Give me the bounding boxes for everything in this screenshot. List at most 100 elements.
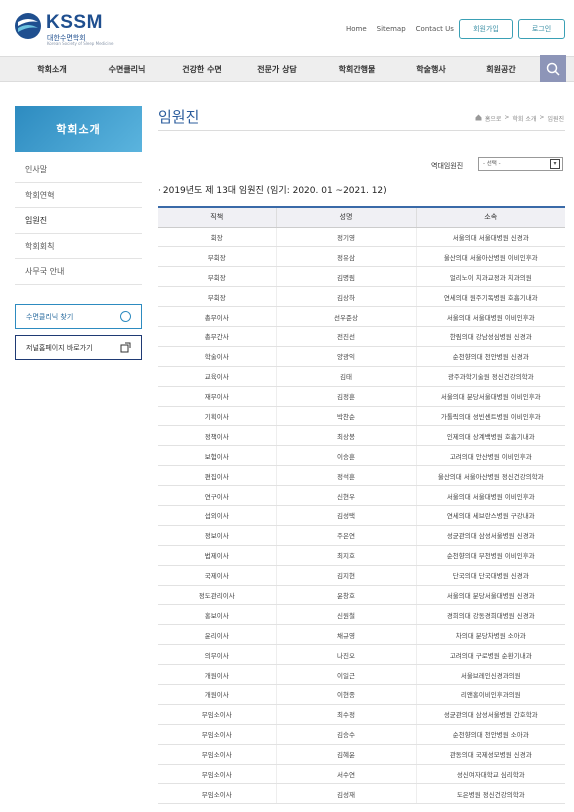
sidebar-item-greeting[interactable]: 인사말 (15, 157, 142, 183)
cell-position: 홍보이사 (158, 604, 276, 626)
sidebar-item-office[interactable]: 사무국 안내 (15, 259, 142, 285)
sidebar-item-bylaws[interactable]: 학회회칙 (15, 234, 142, 259)
header-affiliation: 소속 (415, 206, 565, 228)
cell-affiliation: 도은병원 정신건강의학과 (415, 783, 565, 805)
cell-name: 정기영 (275, 227, 416, 248)
cell-affiliation: 경희의대 강동경희대병원 신경과 (415, 604, 565, 626)
cell-position: 무임소이사 (158, 724, 276, 745)
cell-affiliation: 연세의대 원주기독병원 호흡기내과 (415, 286, 565, 308)
cell-name: 이현종 (275, 684, 416, 705)
cell-affiliation: 단국의대 단국대병원 신경과 (415, 565, 565, 586)
cell-name: 윤창호 (275, 585, 416, 606)
table-header-row: 직책 성명 소속 (158, 206, 565, 228)
cell-position: 무임소이사 (158, 744, 276, 765)
cell-affiliation: 연세의대 세브란스병원 구강내과 (415, 505, 565, 526)
cell-affiliation: 얼리노이 치과교정과 치과의원 (415, 266, 565, 288)
cell-position: 무임소이사 (158, 783, 276, 805)
sidebar-menu: 인사말 학회연혁 임원진 학회회칙 사무국 안내 (15, 157, 142, 285)
table-row: 섭외이사 김성택 연세의대 세브란스병원 구강내과 (158, 505, 565, 526)
breadcrumb-home[interactable]: 홈으로 (485, 114, 502, 123)
table-row: 정도관리이사 윤창호 서울의대 분당서울대병원 신경과 (158, 585, 565, 606)
table-row: 무임소이사 김승수 순천향의대 천안병원 소아과 (158, 724, 565, 745)
cell-affiliation: 서울의대 서울대병원 이비인후과 (415, 485, 565, 506)
table-row: 무임소이사 김성재 도은병원 정신건강의학과 (158, 783, 565, 805)
journal-home-button[interactable]: 저널홈페이지 바로가기 (15, 335, 142, 360)
nav-item-events[interactable]: 학술행사 (416, 57, 445, 82)
breadcrumb-section[interactable]: 학회 소개 (512, 114, 536, 123)
join-button[interactable]: 회원가입 (459, 19, 513, 39)
cell-position: 연구이사 (158, 485, 276, 506)
search-icon (546, 62, 560, 76)
sidebar-banner: 학회소개 (15, 106, 142, 152)
table-row: 홍보이사 신원철 경희의대 강동경희대병원 신경과 (158, 604, 565, 626)
breadcrumb-current: 임원진 (547, 116, 564, 123)
nav-item-about[interactable]: 학회소개 (37, 57, 66, 82)
table-row: 국제이사 김지현 단국의대 단국대병원 신경과 (158, 565, 565, 586)
cell-position: 기획이사 (158, 406, 276, 427)
sidebar-item-executives[interactable]: 임원진 (15, 208, 142, 234)
cell-name: 전진선 (275, 326, 416, 347)
table-row: 편집이사 정석훈 울산의대 서울아산병원 정신건강의학과 (158, 465, 565, 487)
header-name: 성명 (275, 206, 416, 228)
cell-position: 법제이사 (158, 545, 276, 566)
cell-position: 개원이사 (158, 684, 276, 705)
cell-name: 최상봉 (275, 425, 416, 447)
cell-name: 김지현 (275, 565, 416, 586)
cell-name: 김상하 (275, 286, 416, 308)
cell-affiliation: 가톨릭의대 성빈센트병원 이비인후과 (415, 406, 565, 427)
cell-name: 서수연 (275, 764, 416, 785)
table-row: 학술이사 양광익 순천향의대 천안병원 신경과 (158, 346, 565, 367)
page-title: 임원진 (158, 108, 200, 126)
cell-name: 이일근 (275, 664, 416, 685)
chevron-down-icon: ▾ (550, 159, 560, 169)
logo-mark-icon (15, 13, 41, 39)
nav-item-healthy-sleep[interactable]: 건강한 수면 (182, 57, 222, 82)
cell-affiliation: 순천향의대 천안병원 신경과 (415, 346, 565, 367)
search-button[interactable] (540, 55, 566, 82)
sidebar-item-history[interactable]: 학회연혁 (15, 183, 142, 208)
cell-name: 정석훈 (275, 465, 416, 487)
cell-position: 재무이사 (158, 386, 276, 407)
logo-english: Korean Society of Sleep Medicine (47, 41, 114, 46)
cell-affiliation: 고려의대 안산병원 이비인후과 (415, 445, 565, 467)
cell-name: 박찬순 (275, 406, 416, 427)
cell-affiliation: 성균관의대 삼성서울병원 신경과 (415, 525, 565, 546)
cell-position: 무임소이사 (158, 764, 276, 785)
cell-affiliation: 관동의대 국제성모병원 신경과 (415, 744, 565, 765)
table-row: 의무이사 나진오 고려의대 구로병원 순환기내과 (158, 644, 565, 666)
cell-position: 정보이사 (158, 525, 276, 546)
executives-table: 직책 성명 소속 회장 정기영 서울의대 서울대병원 신경과부회장 정유삼울산의대 서… (158, 206, 565, 805)
site-header: KSSM 대한수면학회 Korean Society of Sleep Medi… (0, 0, 574, 56)
cell-name: 정유삼 (275, 246, 416, 268)
cell-affiliation: 성신여자대학교 심리학과 (415, 764, 565, 785)
nav-item-clinic[interactable]: 수면클리닉 (109, 57, 146, 82)
cell-position: 교육이사 (158, 366, 276, 387)
table-row: 정보이사 주은연 성균관의대 삼성서울병원 신경과 (158, 525, 565, 546)
cell-affiliation: 성균관의대 삼성서울병원 간호학과 (415, 704, 565, 725)
cell-affiliation: 순천향의대 부천병원 이비인후과 (415, 545, 565, 566)
cell-position: 총무간사 (158, 326, 276, 347)
sitemap-link[interactable]: Sitemap (377, 25, 406, 33)
cell-name: 나진오 (275, 644, 416, 666)
cell-position: 부회장 (158, 266, 276, 288)
table-row: 보험이사 이승훈 고려의대 안산병원 이비인후과 (158, 445, 565, 467)
nav-item-members[interactable]: 회원공간 (486, 57, 515, 82)
contact-link[interactable]: Contact Us (416, 25, 454, 33)
nav-item-consult[interactable]: 전문가 상담 (257, 57, 297, 82)
nav-item-publications[interactable]: 학회간행물 (339, 57, 376, 82)
cell-position: 회장 (158, 227, 276, 248)
login-button[interactable]: 로그인 (518, 19, 565, 39)
table-body: 회장 정기영 서울의대 서울대병원 신경과 부회장 정유삼 울산의대 서울아산병원 이비인… (158, 227, 565, 805)
cell-position: 국제이사 (158, 565, 276, 586)
find-clinic-button[interactable]: 수면클리닉 찾기 (15, 304, 142, 329)
top-links: Home Sitemap Contact Us (346, 25, 454, 33)
past-executives-label: 역대임원진 (431, 162, 464, 170)
site-logo[interactable]: KSSM 대한수면학회 Korean Society of Sleep Medi… (14, 12, 114, 46)
cell-affiliation: 서울의대 서울대병원 신경과 (415, 227, 565, 248)
cell-affiliation: 울산의대 서울아산병원 정신건강의학과 (415, 465, 565, 487)
past-executives-select[interactable]: - 선택 - ▾ (478, 157, 563, 171)
home-link[interactable]: Home (346, 25, 367, 33)
cell-position: 학술이사 (158, 346, 276, 367)
header-position: 직책 (158, 206, 276, 228)
cell-name: 주은연 (275, 525, 416, 546)
